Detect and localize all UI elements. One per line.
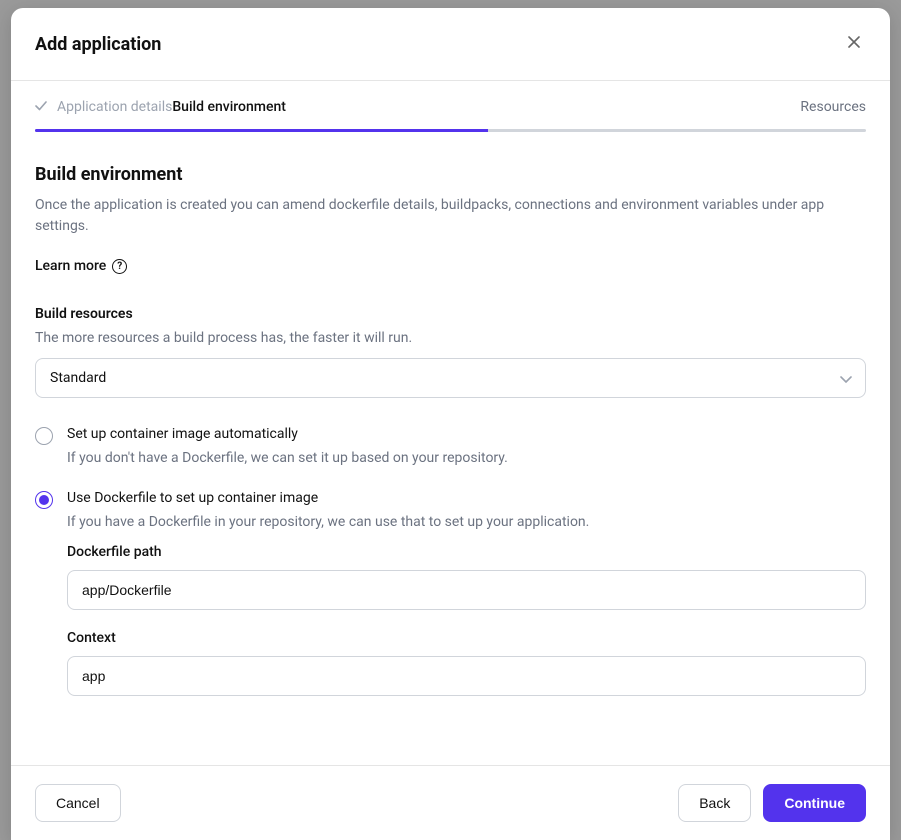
cancel-button[interactable]: Cancel	[35, 784, 121, 822]
step-label: Resources	[800, 99, 866, 115]
context-input[interactable]	[67, 656, 866, 696]
build-resources-description: The more resources a build process has, …	[35, 330, 866, 346]
learn-more-label: Learn more	[35, 258, 106, 274]
help-icon: ?	[112, 259, 127, 274]
modal-footer: Cancel Back Continue	[11, 765, 890, 840]
radio-dockerfile-description: If you have a Dockerfile in your reposit…	[67, 514, 866, 530]
radio-auto-description: If you don't have a Dockerfile, we can s…	[67, 450, 866, 466]
modal-content: Build environment Once the application i…	[11, 132, 890, 765]
select-value: Standard	[50, 370, 106, 386]
learn-more-link[interactable]: Learn more ?	[35, 258, 127, 274]
continue-button[interactable]: Continue	[763, 784, 866, 822]
section-description: Once the application is created you can …	[35, 195, 866, 237]
radio-auto[interactable]	[35, 427, 53, 445]
modal-title: Add application	[35, 34, 161, 55]
context-label: Context	[67, 630, 866, 646]
step-label: Build environment	[172, 99, 286, 115]
add-application-modal: Add application Application details Buil…	[11, 8, 890, 840]
radio-dockerfile-label[interactable]: Use Dockerfile to set up container image	[67, 490, 866, 506]
dockerfile-path-label: Dockerfile path	[67, 544, 866, 560]
stepper: Application details Build environment Re…	[11, 81, 890, 115]
radio-option-dockerfile: Use Dockerfile to set up container image…	[35, 490, 866, 716]
build-resources-label: Build resources	[35, 306, 866, 322]
close-icon	[848, 35, 860, 53]
close-button[interactable]	[842, 32, 866, 56]
step-label: Application details	[57, 99, 172, 115]
step-application-details[interactable]: Application details	[35, 99, 172, 115]
step-resources: Resources	[800, 99, 866, 115]
build-resources-select[interactable]: Standard	[35, 358, 866, 398]
radio-auto-label[interactable]: Set up container image automatically	[67, 426, 866, 442]
radio-option-auto: Set up container image automatically If …	[35, 426, 866, 480]
dockerfile-path-input[interactable]	[67, 570, 866, 610]
step-build-environment: Build environment	[172, 99, 800, 115]
section-title: Build environment	[35, 164, 866, 185]
back-button[interactable]: Back	[678, 784, 751, 822]
modal-header: Add application	[11, 8, 890, 81]
check-icon	[35, 101, 47, 114]
radio-dockerfile[interactable]	[35, 491, 53, 509]
